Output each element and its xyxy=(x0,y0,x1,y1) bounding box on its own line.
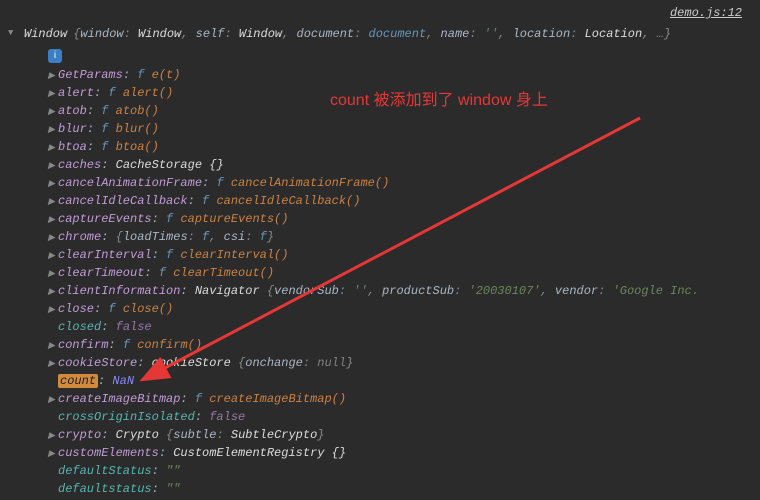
prop-defaultstatus-lower[interactable]: defaultstatus: "" xyxy=(48,480,752,498)
prop-chrome[interactable]: chrome: {loadTimes: f, csi: f} xyxy=(48,228,752,246)
prop-createimagebitmap[interactable]: createImageBitmap: f createImageBitmap() xyxy=(48,390,752,408)
source-link[interactable]: demo.js:12 xyxy=(670,4,742,22)
prop-customelements[interactable]: customElements: CustomElementRegistry {} xyxy=(48,444,752,462)
prop-cancelanimationframe[interactable]: cancelAnimationFrame: f cancelAnimationF… xyxy=(48,174,752,192)
prop-alert[interactable]: alert: f alert() xyxy=(48,84,752,102)
prop-clearinterval[interactable]: clearInterval: f clearInterval() xyxy=(48,246,752,264)
prop-crossoriginisolated[interactable]: crossOriginIsolated: false xyxy=(48,408,752,426)
prop-close[interactable]: close: f close() xyxy=(48,300,752,318)
info-icon[interactable]: i xyxy=(48,49,62,63)
prop-closed[interactable]: closed: false xyxy=(48,318,752,336)
object-summary: {window: Window, self: Window, document:… xyxy=(73,25,671,43)
object-header[interactable]: Window {window: Window, self: Window, do… xyxy=(8,24,752,43)
prop-confirm[interactable]: confirm: f confirm() xyxy=(48,336,752,354)
prop-crypto[interactable]: crypto: Crypto {subtle: SubtleCrypto} xyxy=(48,426,752,444)
prop-cookiestore[interactable]: cookieStore: cookieStore {onchange: null… xyxy=(48,354,752,372)
object-class: Window xyxy=(24,25,67,43)
console-output: Window {window: Window, self: Window, do… xyxy=(0,0,760,500)
prop-clientinformation[interactable]: clientInformation: Navigator {vendorSub:… xyxy=(48,282,752,300)
expand-icon[interactable] xyxy=(8,24,16,43)
prop-captureevents[interactable]: captureEvents: f captureEvents() xyxy=(48,210,752,228)
prop-count[interactable]: count: NaN xyxy=(48,372,752,390)
prop-getparams[interactable]: GetParams: f e(t) xyxy=(48,66,752,84)
prop-btoa[interactable]: btoa: f btoa() xyxy=(48,138,752,156)
prop-defaultstatus-upper[interactable]: defaultStatus: "" xyxy=(48,462,752,480)
properties-list: GetParams: f e(t) alert: f alert() atob:… xyxy=(48,66,752,498)
prop-atob[interactable]: atob: f atob() xyxy=(48,102,752,120)
prop-caches[interactable]: caches: CacheStorage {} xyxy=(48,156,752,174)
prop-cancelidlecallback[interactable]: cancelIdleCallback: f cancelIdleCallback… xyxy=(48,192,752,210)
prop-cleartimeout[interactable]: clearTimeout: f clearTimeout() xyxy=(48,264,752,282)
prop-blur[interactable]: blur: f blur() xyxy=(48,120,752,138)
